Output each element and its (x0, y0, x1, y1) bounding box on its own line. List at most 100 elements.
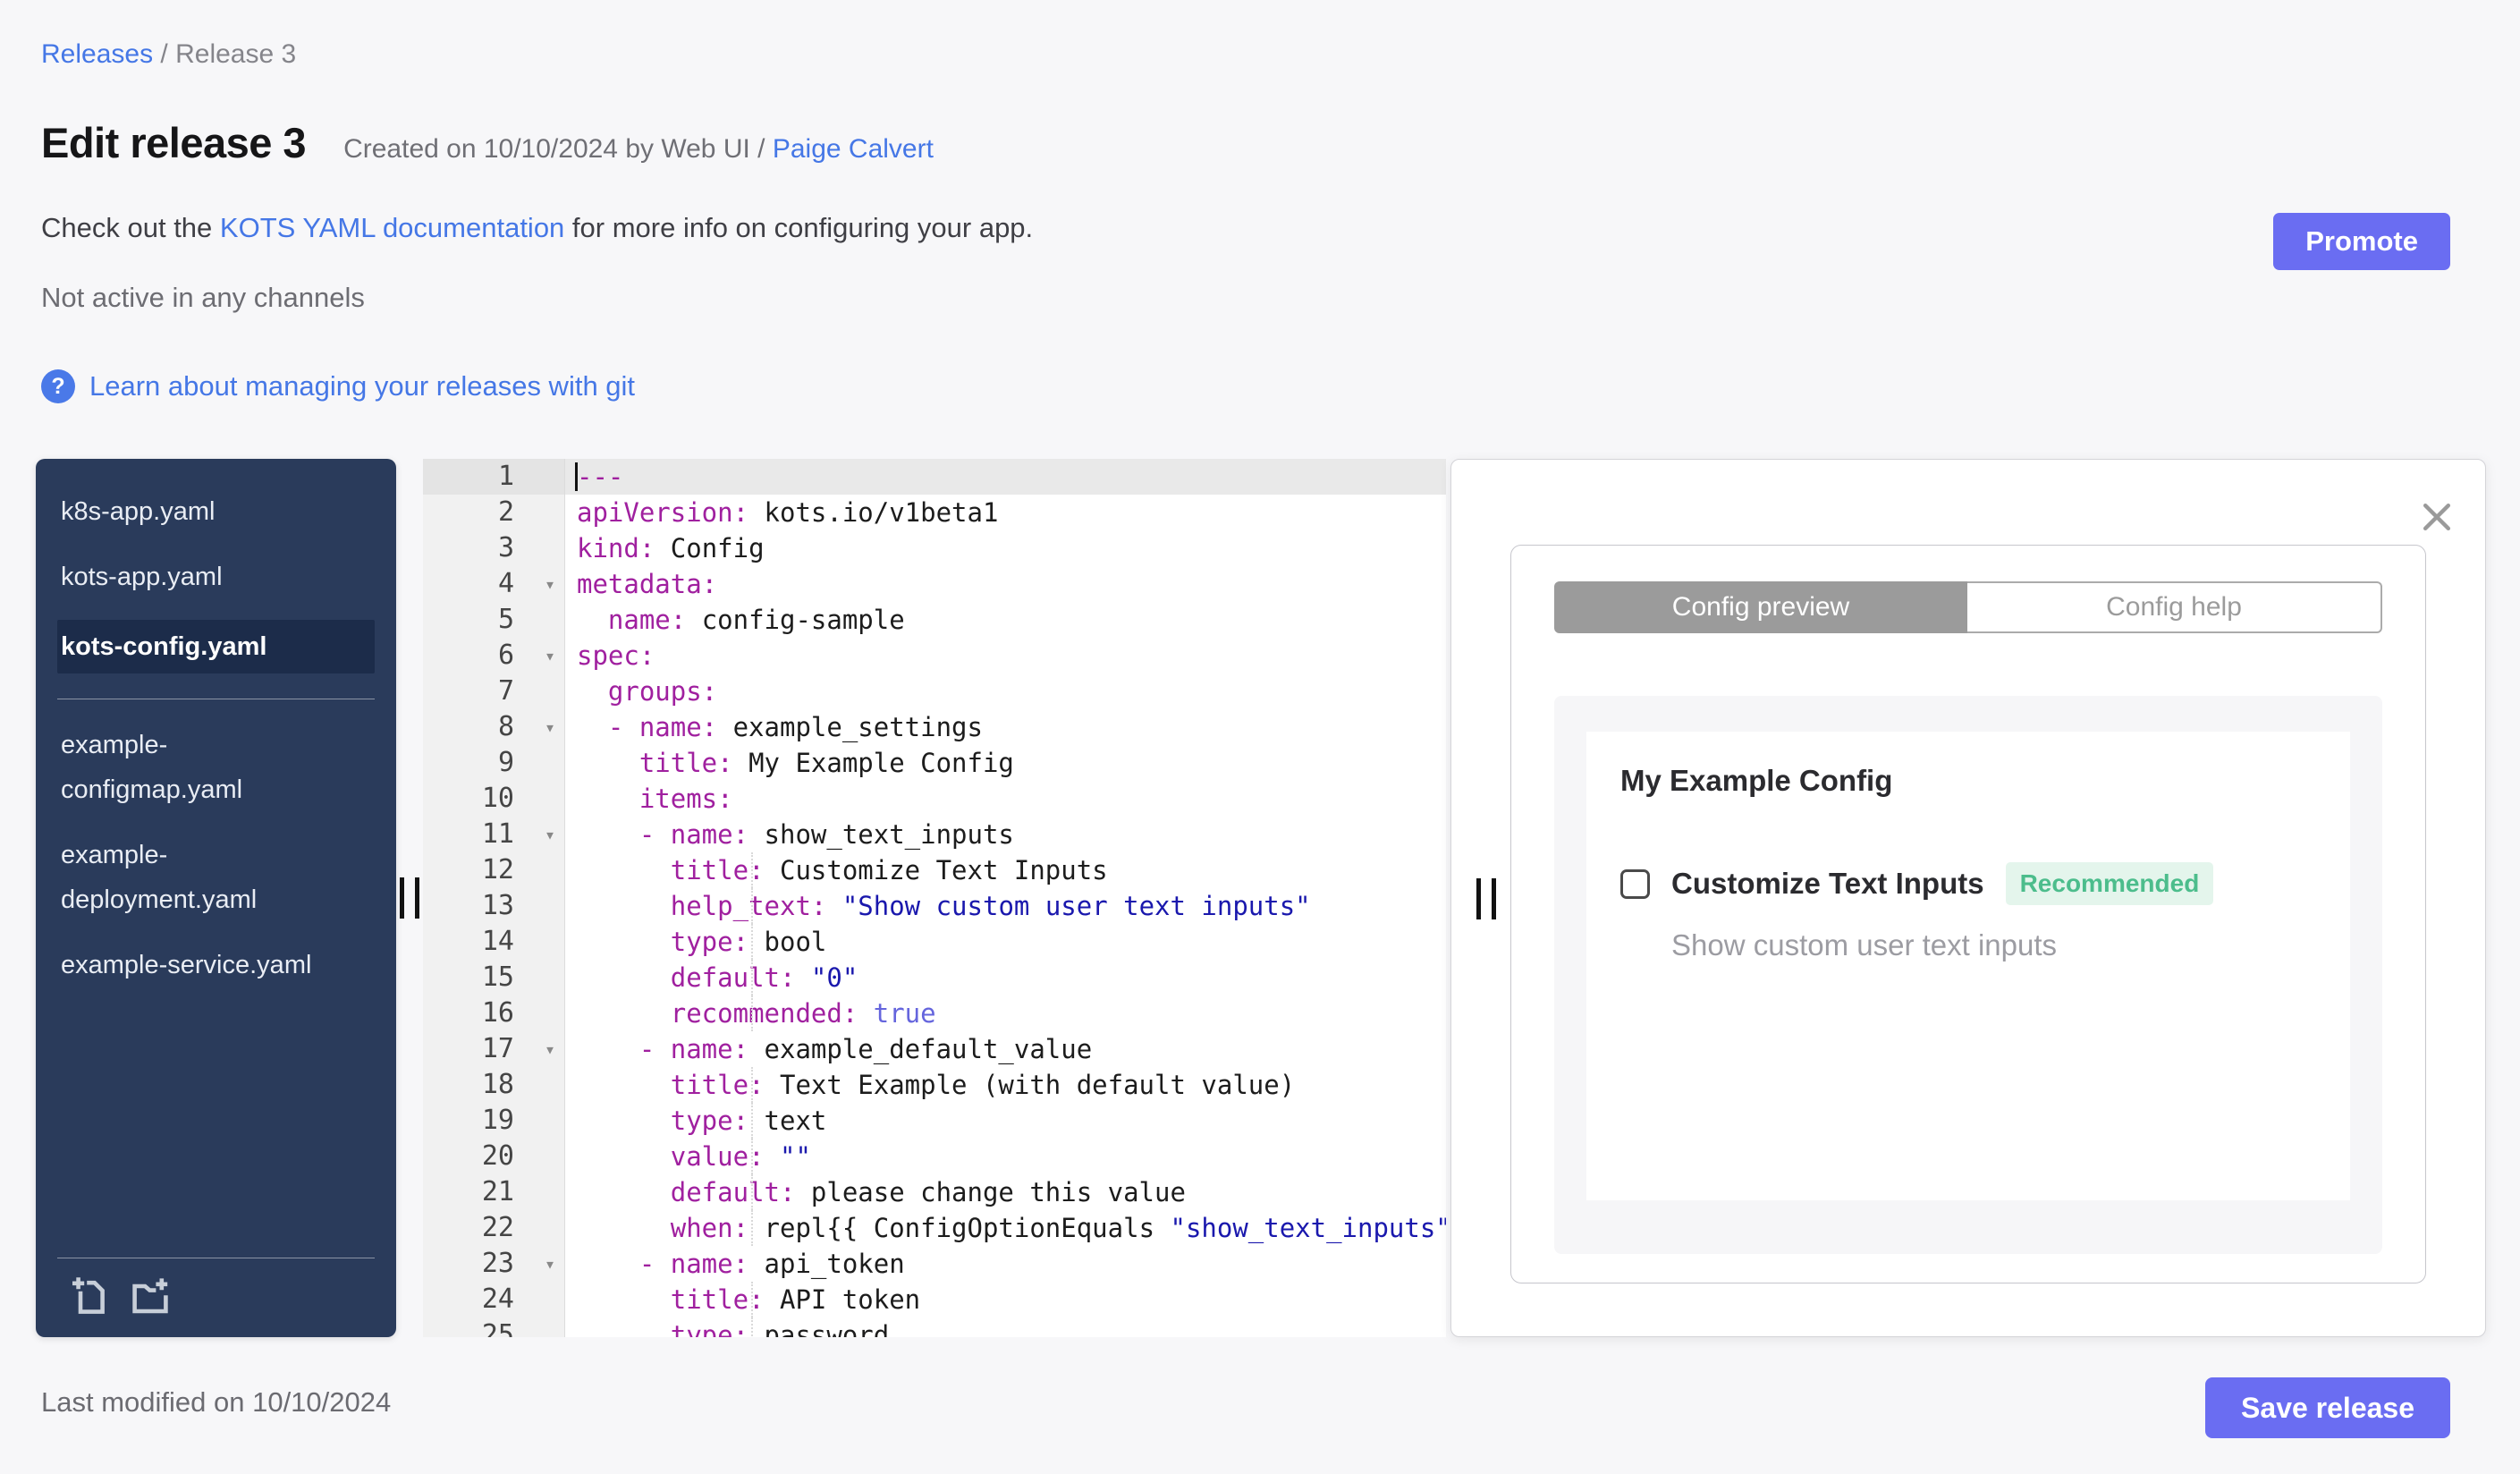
editor-line-6[interactable]: 6 ▾ spec: (423, 638, 1446, 673)
editor-line-12[interactable]: 12 title: Customize Text Inputs (423, 852, 1446, 888)
editor-line-21[interactable]: 21 default: please change this value (423, 1174, 1446, 1210)
config-item-help-text: Show custom user text inputs (1671, 928, 2058, 961)
code-text: - name: api_token (638, 1249, 905, 1279)
editor-line-24[interactable]: 24 title: API token (423, 1282, 1446, 1317)
code-text: kind: Config (577, 533, 765, 563)
close-icon[interactable] (2417, 497, 2457, 537)
config-card: My Example Config Customize Text Inputs … (1586, 732, 2350, 1200)
sidebar-file-k8s-app.yaml[interactable]: k8s-app.yaml (36, 489, 331, 534)
gutter-line-13: 13 (423, 888, 565, 924)
gutter-line-10: 10 (423, 781, 565, 817)
code-text: type: text (565, 1103, 1446, 1139)
code-text: - name: example_settings (607, 712, 983, 742)
recommended-badge: Recommended (2005, 862, 2214, 905)
fold-arrow-icon[interactable]: ▾ (545, 638, 555, 673)
code-text: items: (638, 784, 733, 814)
gutter-line-19: 19 (423, 1103, 565, 1139)
yaml-editor[interactable]: 1 --- 2 apiVersion: kots.io/v1beta1 3 kind: C… (423, 459, 1446, 1337)
fold-arrow-icon[interactable]: ▾ (545, 709, 555, 745)
code-text: metadata: (577, 569, 718, 599)
editor-line-16[interactable]: 16 recommended: true (423, 995, 1446, 1031)
sidebar-file-list: k8s-app.yaml kots-app.yaml kots-config.yam… (36, 489, 396, 987)
sidebar-file-kots-config.yaml[interactable]: kots-config.yaml (57, 620, 375, 673)
gutter-line-7: 7 (423, 673, 565, 709)
code-text: default: "0" (565, 960, 1446, 995)
gutter-line-1: 1 (423, 459, 565, 495)
fold-arrow-icon[interactable]: ▾ (545, 566, 555, 602)
editor-line-11[interactable]: 11 ▾ - name: show_text_inputs (423, 817, 1446, 852)
promote-button[interactable]: Promote (2273, 213, 2450, 270)
code-text: - name: show_text_inputs (638, 819, 1014, 850)
gutter-line-22: 22 (423, 1210, 565, 1246)
gutter-line-12: 12 (423, 852, 565, 888)
new-file-icon[interactable] (70, 1275, 113, 1317)
code-text: default: please change this value (565, 1174, 1446, 1210)
file-sidebar: k8s-app.yaml kots-app.yaml kots-config.yam… (36, 459, 396, 1337)
editor-line-1[interactable]: 1 --- (423, 459, 1446, 495)
code-text: --- (577, 462, 624, 492)
code-text: name: config-sample (607, 605, 905, 635)
fold-arrow-icon[interactable]: ▾ (545, 1246, 555, 1282)
editor-line-10[interactable]: 10 items: (423, 781, 1446, 817)
kots-docs-link[interactable]: KOTS YAML documentation (220, 212, 564, 243)
editor-line-19[interactable]: 19 type: text (423, 1103, 1446, 1139)
gutter-line-24: 24 (423, 1282, 565, 1317)
code-text: type: password (565, 1317, 1446, 1337)
editor-line-3[interactable]: 3 kind: Config (423, 530, 1446, 566)
code-text: when: repl{{ ConfigOptionEquals "show_te… (565, 1210, 1446, 1246)
save-release-button[interactable]: Save release (2205, 1377, 2450, 1438)
docs-after: for more info on configuring your app. (564, 212, 1034, 243)
sidebar-footer (36, 1258, 396, 1337)
editor-line-7[interactable]: 7 groups: (423, 673, 1446, 709)
editor-line-4[interactable]: 4 ▾ metadata: (423, 566, 1446, 602)
sidebar-file-kots-app.yaml[interactable]: kots-app.yaml (36, 555, 331, 599)
code-text: - name: example_default_value (638, 1034, 1093, 1064)
editor-line-2[interactable]: 2 apiVersion: kots.io/v1beta1 (423, 495, 1446, 530)
editor-resize-handle[interactable] (1475, 878, 1498, 919)
editor-line-22[interactable]: 22 when: repl{{ ConfigOptionEquals "show… (423, 1210, 1446, 1246)
docs-line: Check out the KOTS YAML documentation fo… (41, 212, 2448, 244)
editor-line-13[interactable]: 13 help_text: "Show custom user text inp… (423, 888, 1446, 924)
git-releases-link[interactable]: Learn about managing your releases with … (89, 370, 635, 402)
editor-line-15[interactable]: 15 default: "0" (423, 960, 1446, 995)
created-author-link[interactable]: Paige Calvert (773, 134, 934, 164)
breadcrumb: Releases / Release 3 (41, 39, 2448, 70)
tab-config-preview[interactable]: Config preview (1554, 581, 1967, 633)
config-render-area: My Example Config Customize Text Inputs … (1554, 696, 2382, 1254)
customize-text-inputs-checkbox[interactable] (1620, 868, 1650, 899)
editor-line-8[interactable]: 8 ▾ - name: example_settings (423, 709, 1446, 745)
gutter-line-21: 21 (423, 1174, 565, 1210)
code-text: title: My Example Config (638, 748, 1014, 778)
tab-config-help[interactable]: Config help (1967, 581, 2382, 633)
gutter-line-25: 25 (423, 1317, 565, 1337)
code-text: title: API token (565, 1282, 1446, 1317)
editor-line-25[interactable]: 25 type: password (423, 1317, 1446, 1337)
editor-line-9[interactable]: 9 title: My Example Config (423, 745, 1446, 781)
breadcrumb-releases-link[interactable]: Releases (41, 39, 153, 69)
gutter-line-4: 4 ▾ (423, 566, 565, 602)
code-text: groups: (607, 676, 718, 707)
created-prefix: Created on 10/10/2024 by Web UI / (343, 134, 773, 164)
editor-line-23[interactable]: 23 ▾ - name: api_token (423, 1246, 1446, 1282)
sidebar-resize-handle[interactable] (398, 877, 421, 919)
editor-line-18[interactable]: 18 title: Text Example (with default val… (423, 1067, 1446, 1103)
gutter-line-2: 2 (423, 495, 565, 530)
fold-arrow-icon[interactable]: ▾ (545, 817, 555, 852)
gutter-line-17: 17 ▾ (423, 1031, 565, 1067)
code-text: title: Text Example (with default value) (565, 1067, 1446, 1103)
config-group-title: My Example Config (1620, 764, 1893, 797)
new-folder-icon[interactable] (129, 1275, 172, 1317)
breadcrumb-current: Release 3 (175, 39, 297, 69)
config-preview-panel: Config preview Config help My Example Con… (1450, 459, 2486, 1337)
code-text: title: Customize Text Inputs (565, 852, 1446, 888)
gutter-line-23: 23 ▾ (423, 1246, 565, 1282)
editor-line-5[interactable]: 5 name: config-sample (423, 602, 1446, 638)
editor-line-17[interactable]: 17 ▾ - name: example_default_value (423, 1031, 1446, 1067)
sidebar-file-example-configmap.yaml[interactable]: example-configmap.yaml (36, 723, 331, 812)
sidebar-file-example-service.yaml[interactable]: example-service.yaml (36, 943, 331, 987)
sidebar-file-example-deployment.yaml[interactable]: example-deployment.yaml (36, 833, 331, 922)
editor-line-20[interactable]: 20 value: "" (423, 1139, 1446, 1174)
page-title: Edit release 3 (41, 119, 307, 166)
editor-line-14[interactable]: 14 type: bool (423, 924, 1446, 960)
fold-arrow-icon[interactable]: ▾ (545, 1031, 555, 1067)
